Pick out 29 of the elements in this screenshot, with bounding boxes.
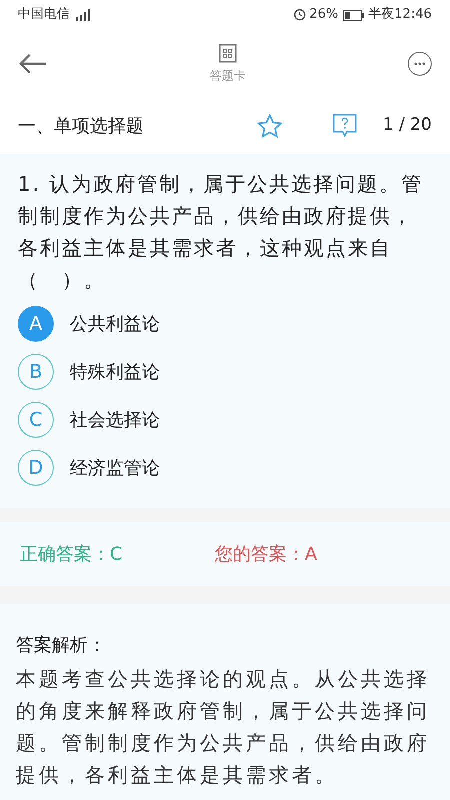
explanation-text: 本题考查公共选择论的观点。从公共选择的角度来解释政府管制，属于公共选择问题。管制制度作为公共产品，供给由政府提供，各利益主体是其需求者。 — [16, 666, 431, 789]
clock-time: 半夜12:46 — [368, 6, 432, 24]
battery-icon — [342, 10, 365, 20]
star-icon[interactable] — [257, 114, 284, 138]
answer-option[interactable]: A 公共利益论 — [18, 300, 432, 348]
more-button[interactable] — [408, 52, 432, 76]
battery-percent: 26% — [310, 6, 339, 24]
signal-icon — [74, 9, 92, 21]
option-text: 社会选择论 — [70, 408, 160, 432]
option-text: 公共利益论 — [70, 312, 160, 336]
correct-answer: 正确答案：C — [20, 542, 124, 566]
answer-option[interactable]: B 特殊利益论 — [18, 348, 432, 396]
alarm-icon — [294, 9, 306, 21]
question-text: 1. 认为政府管制，属于公共选择问题。管制制度作为公共产品，供给由政府提供，各利益主体是其需求者，这种观点来自（ ）。 — [18, 171, 424, 294]
option-letter: C — [18, 402, 54, 438]
carrier-name: 中国电信 — [18, 6, 70, 24]
question-feedback-icon[interactable] — [333, 114, 358, 138]
option-text: 经济监管论 — [70, 456, 160, 480]
option-text: 特殊利益论 — [70, 360, 160, 384]
ellipsis-icon — [414, 62, 426, 66]
option-letter: B — [18, 354, 54, 390]
your-answer: 您的答案：A — [215, 542, 318, 566]
section-title: 一、单项选择题 — [18, 114, 145, 138]
explanation-heading: 答案解析： — [16, 634, 107, 658]
grid-icon — [219, 43, 237, 63]
answer-option[interactable]: D 经济监管论 — [18, 444, 432, 492]
option-letter: A — [18, 306, 54, 342]
option-letter: D — [18, 450, 54, 486]
answer-option[interactable]: C 社会选择论 — [18, 396, 432, 444]
